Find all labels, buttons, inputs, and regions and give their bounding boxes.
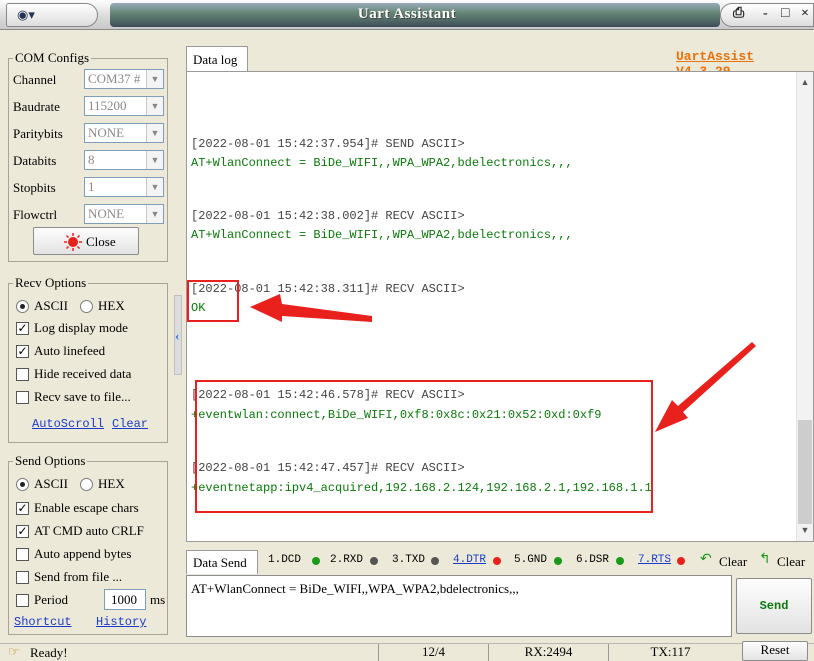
status-rx-value: RX:2494 — [524, 644, 573, 659]
signal-dsr-label: 6.DSR — [576, 554, 610, 566]
status-ready: Ready! — [30, 645, 68, 660]
signal-dcd-indicator — [312, 557, 320, 565]
signal-rts-indicator — [677, 557, 685, 565]
annotation-arrow — [250, 294, 372, 322]
arrow-down-left-icon[interactable]: ↶ — [700, 551, 712, 567]
status-count-value: 12/4 — [421, 644, 446, 659]
signal-dtr-link[interactable]: 4.DTR — [453, 554, 486, 566]
signal-txd-indicator — [431, 557, 439, 565]
status-bar: ☞ Ready! 12/4 RX:2494 TX:117 Reset — [0, 641, 814, 661]
signal-txd-label: 3.TXD — [392, 554, 426, 566]
clear-send-button[interactable]: Clear — [777, 554, 805, 570]
status-tx: TX:117 — [608, 644, 732, 661]
arrow-up-left-icon[interactable]: ↰ — [759, 551, 771, 567]
signal-dcd-label: 1.DCD — [268, 554, 302, 566]
signal-rxd-label: 2.RXD — [330, 554, 364, 566]
signal-dsr-indicator — [616, 557, 624, 565]
signal-gnd-indicator — [554, 557, 562, 565]
status-count: 12/4 — [378, 644, 488, 661]
annotation-arrow — [655, 342, 756, 432]
send-button[interactable]: Send — [736, 578, 812, 634]
send-input[interactable]: AT+WlanConnect = BiDe_WIFI,,WPA_WPA2,bde… — [186, 575, 732, 637]
signal-dtr-indicator — [493, 557, 501, 565]
status-tx-value: TX:117 — [650, 644, 691, 659]
tab-data-send[interactable]: Data Send — [186, 550, 258, 574]
signal-gnd-label: 5.GND — [514, 554, 548, 566]
status-rx: RX:2494 — [488, 644, 608, 661]
signal-rxd-indicator — [370, 557, 378, 565]
ready-icon: ☞ — [8, 644, 20, 659]
reset-button[interactable]: Reset — [742, 641, 808, 661]
clear-log-button[interactable]: Clear — [719, 554, 747, 570]
signal-rts-link[interactable]: 7.RTS — [638, 554, 671, 566]
